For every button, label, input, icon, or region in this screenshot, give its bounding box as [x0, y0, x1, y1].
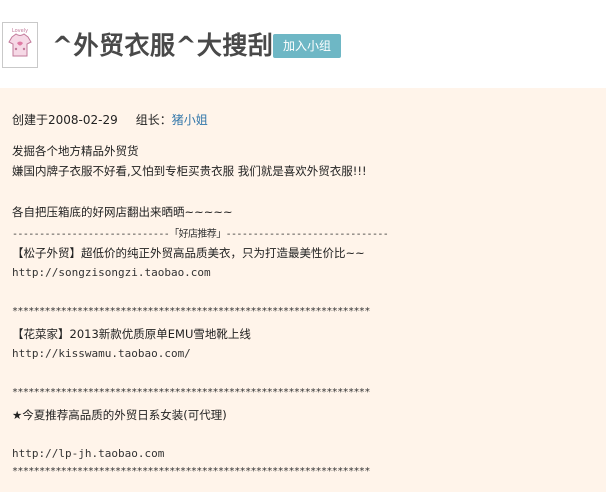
star-divider: ****************************************…	[12, 466, 370, 477]
group-info-panel: 创建于2008-02-29 组长：猪小姐 发掘各个地方精品外贸货 嫌国内牌子衣服不…	[0, 88, 606, 492]
group-header: Lovely ^外贸衣服^大搜刮 加入小组	[0, 0, 606, 88]
desc-line: 发掘各个地方精品外贸货	[12, 144, 139, 158]
shop-url-link[interactable]: http://kisswamu.taobao.com/	[12, 347, 191, 360]
join-group-button[interactable]: 加入小组	[273, 34, 341, 58]
tshirt-logo-icon[interactable]: Lovely	[2, 22, 38, 68]
shop-entry-title: 【松子外贸】超低价的纯正外贸高品质美衣，只为打造最美性价比~~	[12, 246, 365, 260]
shop-url-link[interactable]: http://songzisongzi.taobao.com	[12, 266, 211, 279]
star-divider: ****************************************…	[12, 306, 370, 317]
shop-entry-title: ★今夏推荐高品质的外贸日系女装(可代理)	[12, 408, 227, 422]
desc-line: 嫌国内牌子衣服不好看,又怕到专柜买贵衣服 我们就是喜欢外贸衣服!!!	[12, 164, 367, 178]
group-meta: 创建于2008-02-29 组长：猪小姐	[12, 111, 208, 128]
leader-link[interactable]: 猪小姐	[172, 113, 208, 127]
group-title: ^外贸衣服^大搜刮	[52, 31, 274, 60]
leader-label: 组长：	[135, 113, 172, 127]
shop-url-link[interactable]: http://lp-jh.taobao.com	[12, 447, 164, 460]
svg-text:Lovely: Lovely	[12, 28, 28, 34]
shop-entry-title: 【花菜家】2013新款优质原单EMU雪地靴上线	[12, 327, 251, 341]
shop-recommend-divider: -----------------------------「好店推荐」-----…	[12, 229, 389, 240]
created-date: 创建于2008-02-29	[12, 113, 118, 127]
group-page: Lovely ^外贸衣服^大搜刮 加入小组 创建于2008-02-29 组长：猪小…	[0, 0, 606, 492]
star-divider: ****************************************…	[12, 387, 370, 398]
desc-line: 各自把压箱底的好网店翻出来晒晒~~~~~	[12, 205, 233, 219]
